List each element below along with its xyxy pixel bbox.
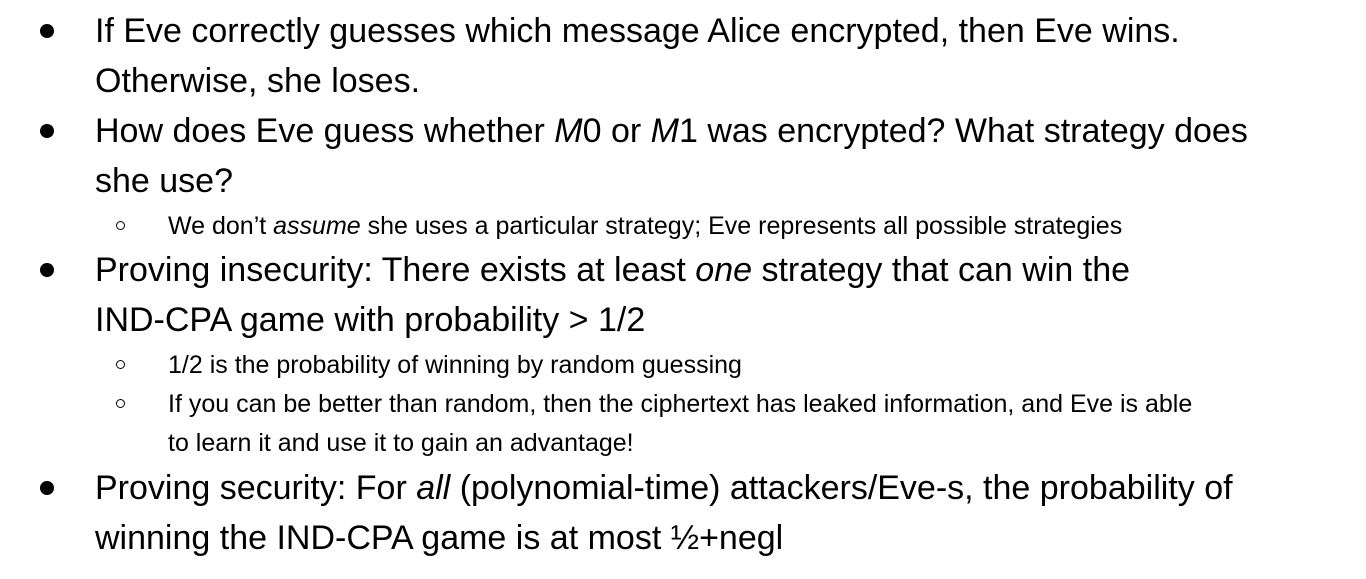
- sub-bullet-3-2-line-2: to learn it and use it to gain an advant…: [168, 428, 634, 458]
- sub-bullet-3-1-text: 1/2 is the probability of winning by ran…: [168, 351, 742, 379]
- bullet-3-line-1: Proving insecurity: There exists at leas…: [95, 250, 1130, 290]
- m0-subscript: 0: [582, 112, 602, 150]
- bullet-3-text-b: strategy that can win the: [752, 251, 1131, 289]
- sub-bullet-2-1-emphasis: assume: [273, 212, 361, 240]
- bullet-2-text-c: was encrypted? What strategy does: [697, 112, 1248, 150]
- sub-bullet-2-1: We don’t assume she uses a particular st…: [168, 211, 1122, 241]
- bullet-4-line-1: Proving security: For all (polynomial-ti…: [95, 468, 1233, 508]
- bullet-4-emphasis: all: [416, 469, 451, 507]
- bullet-2-text-a: How does Eve guess whether: [95, 112, 555, 150]
- bullet-1-line-1: If Eve correctly guesses which message A…: [95, 11, 1180, 51]
- bullet-3-emphasis: one: [695, 251, 753, 289]
- sub-bullet-3-1-marker: [116, 360, 125, 369]
- bullet-2-line-2: she use?: [95, 161, 233, 201]
- bullet-3-line-2: IND-CPA game with probability > 1/2: [95, 300, 645, 340]
- bullet-1-text: If Eve correctly guesses which message A…: [95, 12, 1180, 50]
- sub-bullet-3-1: 1/2 is the probability of winning by ran…: [168, 350, 742, 380]
- bullet-3-text-cont: IND-CPA game with probability > 1/2: [95, 301, 646, 339]
- bullet-4-marker: [40, 481, 54, 495]
- bullet-4-text-cont: winning the IND-CPA game is at most ½+ne…: [95, 519, 784, 557]
- sub-bullet-3-2-text: If you can be better than random, then t…: [168, 390, 1193, 418]
- bullet-4-text-b: (polynomial-time) attackers/Eve-s, the p…: [450, 469, 1233, 507]
- bullet-1-marker: [40, 24, 54, 38]
- bullet-2-text-cont: she use?: [95, 162, 233, 200]
- bullet-3-text-a: Proving insecurity: There exists at leas…: [95, 251, 696, 289]
- bullet-2-marker: [40, 124, 54, 138]
- bullet-3-marker: [40, 263, 54, 277]
- m1-letter: M: [650, 112, 679, 150]
- m0-letter: M: [554, 112, 583, 150]
- bullet-2-text-b: or: [601, 112, 651, 150]
- bullet-4-text-a: Proving security: For: [95, 469, 417, 507]
- sub-bullet-2-1-text-a: We don’t: [168, 212, 274, 240]
- sub-bullet-3-2-line-1: If you can be better than random, then t…: [168, 389, 1192, 419]
- m1-subscript: 1: [678, 112, 698, 150]
- sub-bullet-2-1-text-b: she uses a particular strategy; Eve repr…: [360, 212, 1123, 240]
- bullet-1-line-2: Otherwise, she loses.: [95, 61, 420, 101]
- sub-bullet-3-2-marker: [116, 399, 125, 408]
- sub-bullet-3-2-text-cont: to learn it and use it to gain an advant…: [168, 429, 634, 457]
- bullet-4-line-2: winning the IND-CPA game is at most ½+ne…: [95, 518, 783, 558]
- bullet-2-line-1: How does Eve guess whether M0 or M1 was …: [95, 111, 1248, 151]
- bullet-1-text-cont: Otherwise, she loses.: [95, 62, 421, 100]
- sub-bullet-2-1-marker: [116, 221, 125, 230]
